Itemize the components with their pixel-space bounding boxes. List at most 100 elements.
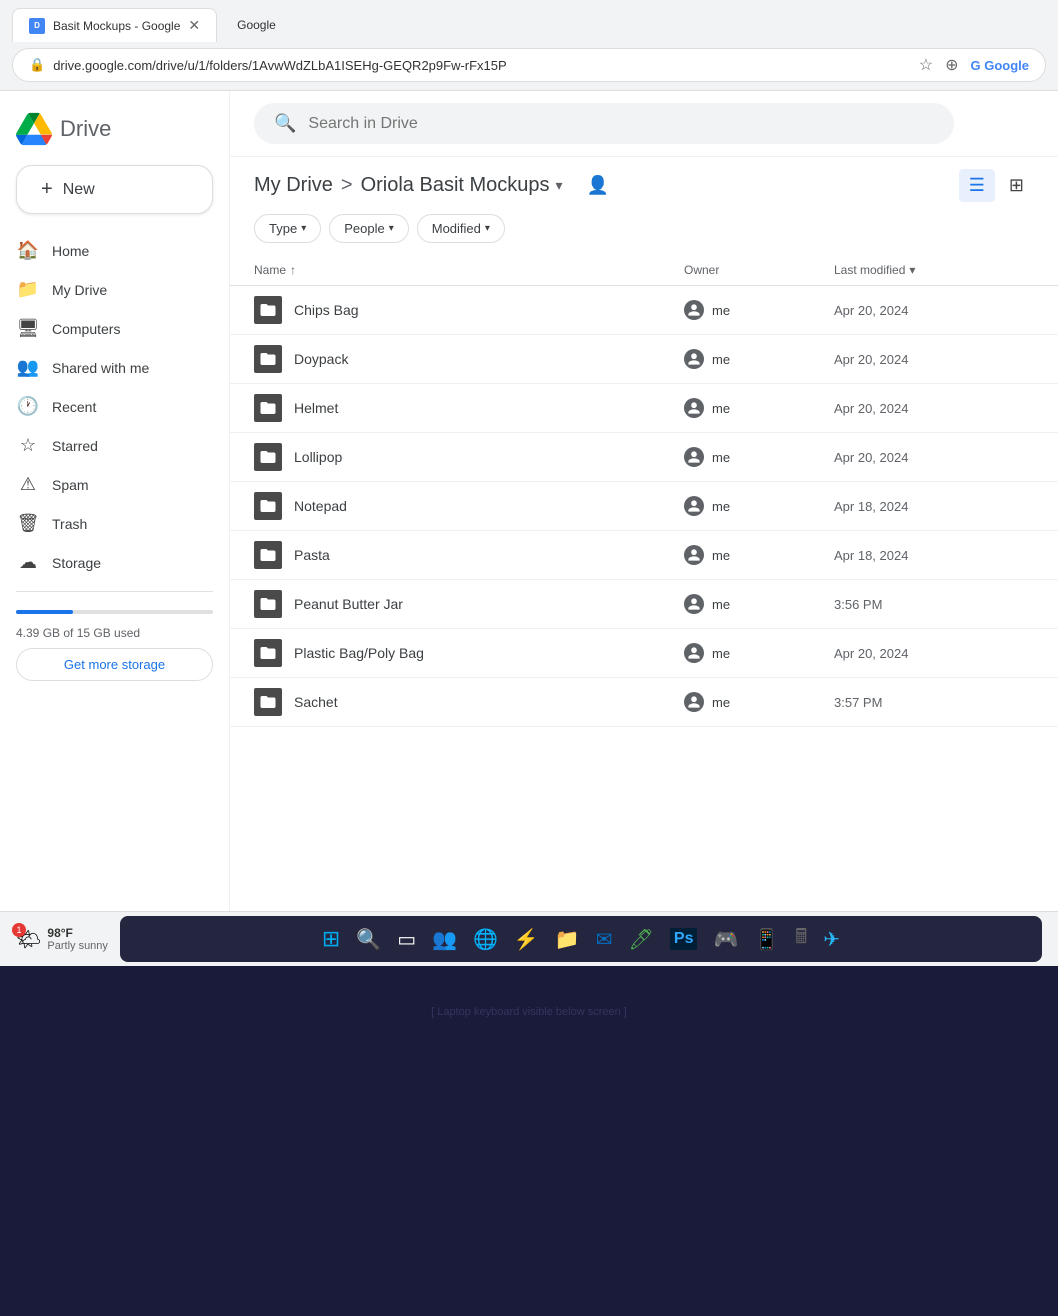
- weather-badge: 1: [12, 923, 26, 937]
- breadcrumb-root[interactable]: My Drive: [254, 174, 333, 197]
- sidebar-item-storage[interactable]: ☁ Storage: [0, 544, 213, 581]
- file-name-cell: Sachet: [254, 688, 684, 716]
- active-tab[interactable]: D Basit Mockups - Google ✕: [12, 8, 217, 42]
- owner-name: me: [712, 303, 730, 318]
- table-row[interactable]: Doypack me Apr 20, 2024: [230, 335, 1058, 384]
- sidebar-item-spam[interactable]: ⚠ Spam: [0, 466, 213, 503]
- table-row[interactable]: Notepad me Apr 18, 2024: [230, 482, 1058, 531]
- sidebar-logo: Drive: [0, 99, 229, 163]
- table-header: Name ↑ Owner Last modified ▾: [230, 255, 1058, 286]
- owner-cell: me: [684, 496, 834, 516]
- owner-avatar: [684, 398, 704, 418]
- bookmark-icon[interactable]: ⊕: [945, 55, 958, 75]
- owner-avatar: [684, 349, 704, 369]
- file-name-cell: Helmet: [254, 394, 684, 422]
- people-filter-label: People: [344, 221, 384, 236]
- owner-cell: me: [684, 594, 834, 614]
- file-name-text: Sachet: [294, 694, 338, 710]
- share-people-icon[interactable]: 👤: [587, 175, 609, 196]
- tab-close-button[interactable]: ✕: [188, 17, 200, 34]
- taskbar-telegram-icon[interactable]: ✈: [823, 927, 840, 952]
- people-filter-button[interactable]: People ▾: [329, 214, 409, 243]
- breadcrumb-current[interactable]: Oriola Basit Mockups ▾: [361, 174, 563, 197]
- table-row[interactable]: Chips Bag me Apr 20, 2024: [230, 286, 1058, 335]
- sidebar-logo-text: Drive: [60, 116, 111, 142]
- taskbar-teams-icon[interactable]: 👥: [432, 927, 457, 952]
- windows-start-button[interactable]: ⊞: [322, 926, 340, 952]
- taskbar-edge-icon[interactable]: ⚡: [514, 927, 539, 952]
- folder-icon: [254, 541, 282, 569]
- get-more-storage-button[interactable]: Get more storage: [16, 648, 213, 681]
- weather-condition: Partly sunny: [47, 940, 108, 952]
- sidebar-item-trash[interactable]: 🗑 Trash: [0, 505, 213, 542]
- taskbar-mail-icon[interactable]: ✉: [596, 927, 613, 952]
- address-bar[interactable]: 🔒 drive.google.com/drive/u/1/folders/1Av…: [12, 48, 1046, 82]
- taskbar-calculator-icon[interactable]: 🖩: [795, 922, 807, 956]
- owner-avatar: [684, 594, 704, 614]
- type-filter-button[interactable]: Type ▾: [254, 214, 321, 243]
- browser-chrome: D Basit Mockups - Google ✕ Google 🔒 driv…: [0, 0, 1058, 91]
- sidebar-item-starred[interactable]: ☆ Starred: [0, 427, 213, 464]
- grid-view-button[interactable]: ⊞: [999, 169, 1034, 202]
- owner-cell: me: [684, 349, 834, 369]
- taskbar-photoshop-icon[interactable]: Ps: [670, 928, 698, 950]
- taskbar-pencil-icon[interactable]: 🖊: [629, 927, 654, 952]
- google-tab[interactable]: Google: [221, 10, 341, 40]
- weather-temp: 98°F: [47, 926, 108, 940]
- weather-info: 98°F Partly sunny: [47, 926, 108, 952]
- table-row[interactable]: Pasta me Apr 18, 2024: [230, 531, 1058, 580]
- sidebar-item-shared[interactable]: 👥 Shared with me: [0, 349, 213, 386]
- new-button[interactable]: + New: [16, 165, 213, 214]
- sidebar-item-home[interactable]: 🏠 Home: [0, 232, 213, 269]
- search-input[interactable]: [308, 115, 934, 133]
- owner-avatar: [684, 545, 704, 565]
- storage-bar: [16, 610, 213, 614]
- modified-cell: 3:57 PM: [834, 695, 1034, 710]
- folder-icon: [254, 443, 282, 471]
- owner-name: me: [712, 695, 730, 710]
- star-icon[interactable]: ☆: [919, 55, 933, 75]
- folder-icon: [254, 639, 282, 667]
- sidebar: Drive + New 🏠 Home 📁 My Drive 🖥 Computer…: [0, 91, 230, 911]
- taskbar-task-view-icon[interactable]: ▭: [397, 927, 416, 952]
- modified-filter-label: Modified: [432, 221, 481, 236]
- sidebar-item-my-drive-label: My Drive: [52, 282, 107, 298]
- search-bar[interactable]: 🔍: [254, 103, 954, 144]
- starred-icon: ☆: [16, 435, 40, 456]
- breadcrumb-dropdown-icon[interactable]: ▾: [556, 177, 563, 194]
- taskbar-phone-icon[interactable]: 📱: [754, 927, 779, 952]
- drive-logo-icon: [16, 111, 52, 147]
- table-row[interactable]: Peanut Butter Jar me 3:56 PM: [230, 580, 1058, 629]
- table-row[interactable]: Sachet me 3:57 PM: [230, 678, 1058, 727]
- owner-avatar: [684, 300, 704, 320]
- taskbar-search-icon[interactable]: 🔍: [356, 927, 381, 952]
- modified-filter-button[interactable]: Modified ▾: [417, 214, 505, 243]
- sidebar-item-recent[interactable]: 🕐 Recent: [0, 388, 213, 425]
- table-row[interactable]: Lollipop me Apr 20, 2024: [230, 433, 1058, 482]
- owner-cell: me: [684, 300, 834, 320]
- folder-icon: [254, 590, 282, 618]
- sidebar-item-my-drive[interactable]: 📁 My Drive: [0, 271, 213, 308]
- owner-name: me: [712, 499, 730, 514]
- address-bar-actions: ☆ ⊕ G Google: [919, 55, 1029, 75]
- taskbar-files-icon[interactable]: 📁: [555, 927, 580, 952]
- file-name-text: Peanut Butter Jar: [294, 596, 403, 612]
- taskbar-chrome-icon[interactable]: 🌐: [473, 927, 498, 952]
- col-modified-header[interactable]: Last modified ▾: [834, 263, 1034, 277]
- taskbar-game-icon[interactable]: 🎮: [713, 927, 738, 952]
- owner-avatar: [684, 643, 704, 663]
- list-view-button[interactable]: ☰: [959, 169, 995, 202]
- sidebar-item-storage-label: Storage: [52, 555, 101, 571]
- table-row[interactable]: Helmet me Apr 20, 2024: [230, 384, 1058, 433]
- weather-widget: 1 🌤 98°F Partly sunny: [16, 926, 108, 952]
- sidebar-item-spam-label: Spam: [52, 477, 89, 493]
- table-row[interactable]: Plastic Bag/Poly Bag me Apr 20, 2024: [230, 629, 1058, 678]
- modified-filter-arrow-icon: ▾: [485, 223, 490, 234]
- search-container: 🔍: [230, 91, 1058, 157]
- file-name-text: Chips Bag: [294, 302, 359, 318]
- shared-icon: 👥: [16, 357, 40, 378]
- file-name-cell: Pasta: [254, 541, 684, 569]
- taskbar-area: 1 🌤 98°F Partly sunny ⊞ 🔍 ▭ 👥 🌐 ⚡ 📁 ✉ 🖊 …: [0, 911, 1058, 966]
- col-name-header[interactable]: Name ↑: [254, 263, 684, 277]
- sidebar-item-computers[interactable]: 🖥 Computers: [0, 310, 213, 347]
